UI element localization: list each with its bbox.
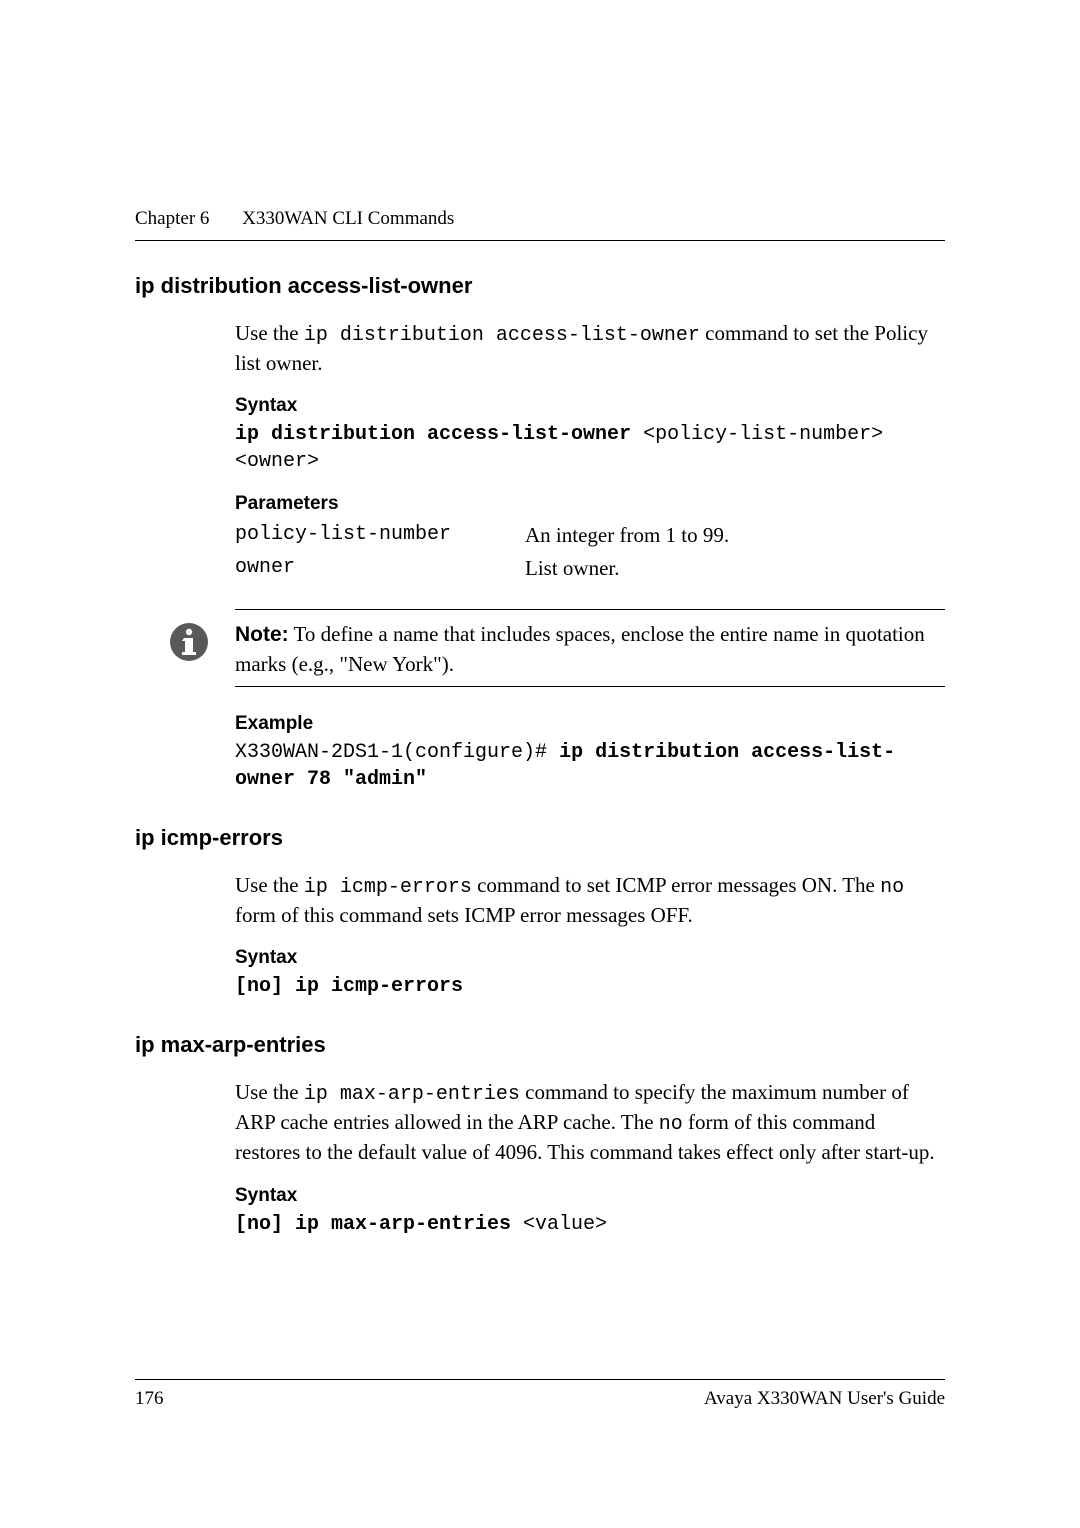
parameter-name: policy-list-number	[235, 523, 525, 548]
section-heading: ip distribution access-list-owner	[135, 273, 945, 299]
example-line: X330WAN-2DS1-1(configure)# ip distributi…	[235, 739, 945, 793]
inline-code: no	[659, 1113, 683, 1136]
page-footer: 176 Avaya X330WAN User's Guide	[135, 1379, 945, 1410]
chapter-label: Chapter 6	[135, 208, 209, 229]
inline-code: no	[880, 876, 904, 899]
parameter-row: policy-list-number An integer from 1 to …	[235, 523, 945, 548]
note-rule-top	[235, 609, 945, 610]
section-heading: ip max-arp-entries	[135, 1032, 945, 1058]
note-rule-bottom	[235, 686, 945, 687]
page-number: 176	[135, 1388, 164, 1410]
parameter-row: owner List owner.	[235, 556, 945, 581]
parameter-name: owner	[235, 556, 525, 581]
syntax-line: [no] ip icmp-errors	[235, 973, 945, 1000]
note-text: Note: To define a name that includes spa…	[235, 620, 945, 678]
parameter-desc: An integer from 1 to 99.	[525, 523, 945, 548]
page: Chapter 6 X330WAN CLI Commands ip distri…	[0, 0, 1080, 1528]
note-block: Note: To define a name that includes spa…	[235, 609, 945, 687]
info-icon	[169, 622, 209, 662]
running-header: Chapter 6 X330WAN CLI Commands	[135, 208, 945, 230]
footer-rule	[135, 1379, 945, 1380]
header-rule	[135, 240, 945, 241]
section-body: Use the ip icmp-errors command to set IC…	[235, 871, 945, 1000]
doc-title: Avaya X330WAN User's Guide	[704, 1388, 945, 1410]
inline-code: ip max-arp-entries	[304, 1083, 520, 1106]
section-heading: ip icmp-errors	[135, 825, 945, 851]
parameter-desc: List owner.	[525, 556, 945, 581]
inline-code: ip icmp-errors	[304, 876, 472, 899]
parameters-label: Parameters	[235, 493, 945, 515]
section-body: Use the ip distribution access-list-owne…	[235, 319, 945, 793]
intro-paragraph: Use the ip distribution access-list-owne…	[235, 319, 945, 377]
chapter-title: X330WAN CLI Commands	[242, 208, 454, 229]
intro-paragraph: Use the ip max-arp-entries command to sp…	[235, 1078, 945, 1166]
inline-code: ip distribution access-list-owner	[304, 324, 700, 347]
syntax-line: [no] ip max-arp-entries <value>	[235, 1211, 945, 1238]
syntax-label: Syntax	[235, 395, 945, 417]
syntax-label: Syntax	[235, 947, 945, 969]
syntax-line: ip distribution access-list-owner <polic…	[235, 421, 945, 475]
section-body: Use the ip max-arp-entries command to sp…	[235, 1078, 945, 1237]
syntax-label: Syntax	[235, 1185, 945, 1207]
example-label: Example	[235, 713, 945, 735]
intro-paragraph: Use the ip icmp-errors command to set IC…	[235, 871, 945, 929]
